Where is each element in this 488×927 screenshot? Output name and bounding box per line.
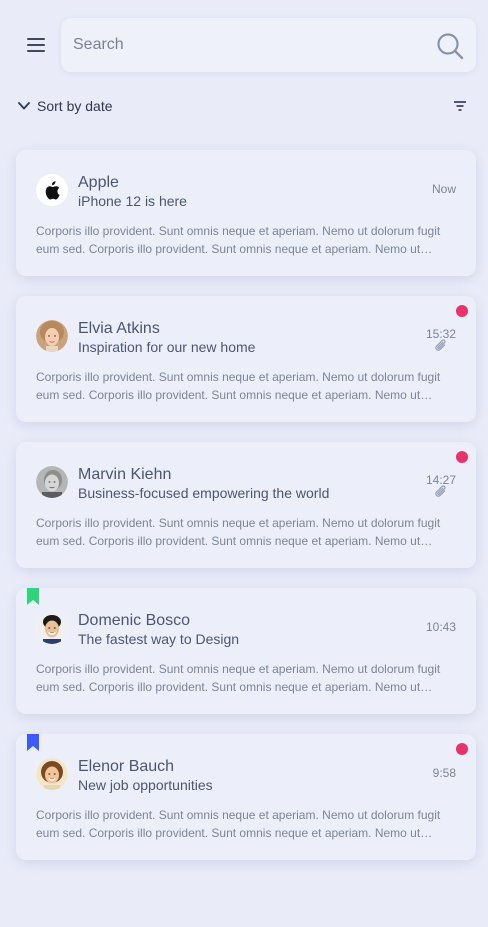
paperclip-icon	[435, 485, 446, 497]
unread-indicator	[456, 451, 468, 463]
mail-item[interactable]: Elvia Atkins Inspiration for our new hom…	[16, 296, 476, 422]
mail-subject: iPhone 12 is here	[78, 193, 187, 209]
bookmark-icon	[27, 734, 39, 751]
mail-sender: Domenic Bosco	[78, 612, 191, 629]
mail-subject: New job opportunities	[78, 777, 213, 793]
avatar	[36, 612, 68, 644]
search-icon[interactable]	[436, 32, 464, 60]
apple-logo-icon	[36, 174, 68, 206]
mail-sender: Elvia Atkins	[78, 320, 160, 337]
bookmark-icon	[27, 588, 39, 605]
mail-time: Now	[431, 182, 456, 196]
chevron-down-icon	[18, 102, 30, 110]
mail-preview: Corporis illo provident. Sunt omnis nequ…	[36, 808, 441, 840]
mail-subject: Business-focused empowering the world	[78, 485, 330, 501]
avatar	[36, 466, 68, 498]
search-input[interactable]	[73, 18, 423, 72]
mail-preview: Corporis illo provident. Sunt omnis nequ…	[36, 370, 441, 402]
avatar	[36, 320, 68, 352]
mail-item[interactable]: Apple iPhone 12 is here Now Corporis ill…	[16, 150, 476, 276]
sort-dropdown[interactable]: Sort by date	[17, 96, 113, 116]
paperclip-icon	[435, 339, 446, 351]
avatar	[36, 758, 68, 790]
mail-list: Apple iPhone 12 is here Now Corporis ill…	[16, 150, 476, 880]
mail-time: 10:43	[425, 620, 456, 634]
top-bar	[0, 0, 488, 90]
search-bar	[61, 18, 476, 72]
unread-indicator	[456, 743, 468, 755]
sort-bar: Sort by date	[0, 90, 488, 122]
mail-sender: Apple	[78, 174, 119, 191]
unread-indicator	[456, 305, 468, 317]
mail-preview: Corporis illo provident. Sunt omnis nequ…	[36, 516, 441, 548]
mail-item[interactable]: Elenor Bauch New job opportunities 9:58 …	[16, 734, 476, 860]
hamburger-menu-icon[interactable]	[20, 31, 52, 59]
sort-label: Sort by date	[37, 98, 113, 114]
mail-item[interactable]: Marvin Kiehn Business-focused empowering…	[16, 442, 476, 568]
mail-preview: Corporis illo provident. Sunt omnis nequ…	[36, 224, 441, 256]
mail-preview: Corporis illo provident. Sunt omnis nequ…	[36, 662, 441, 694]
mail-sender: Elenor Bauch	[78, 758, 175, 775]
filter-icon[interactable]	[452, 98, 468, 114]
mail-sender: Marvin Kiehn	[78, 466, 172, 483]
mail-subject: Inspiration for our new home	[78, 339, 256, 355]
mail-subject: The fastest way to Design	[78, 631, 240, 647]
mail-item[interactable]: Domenic Bosco The fastest way to Design …	[16, 588, 476, 714]
mail-time: 9:58	[432, 766, 456, 780]
